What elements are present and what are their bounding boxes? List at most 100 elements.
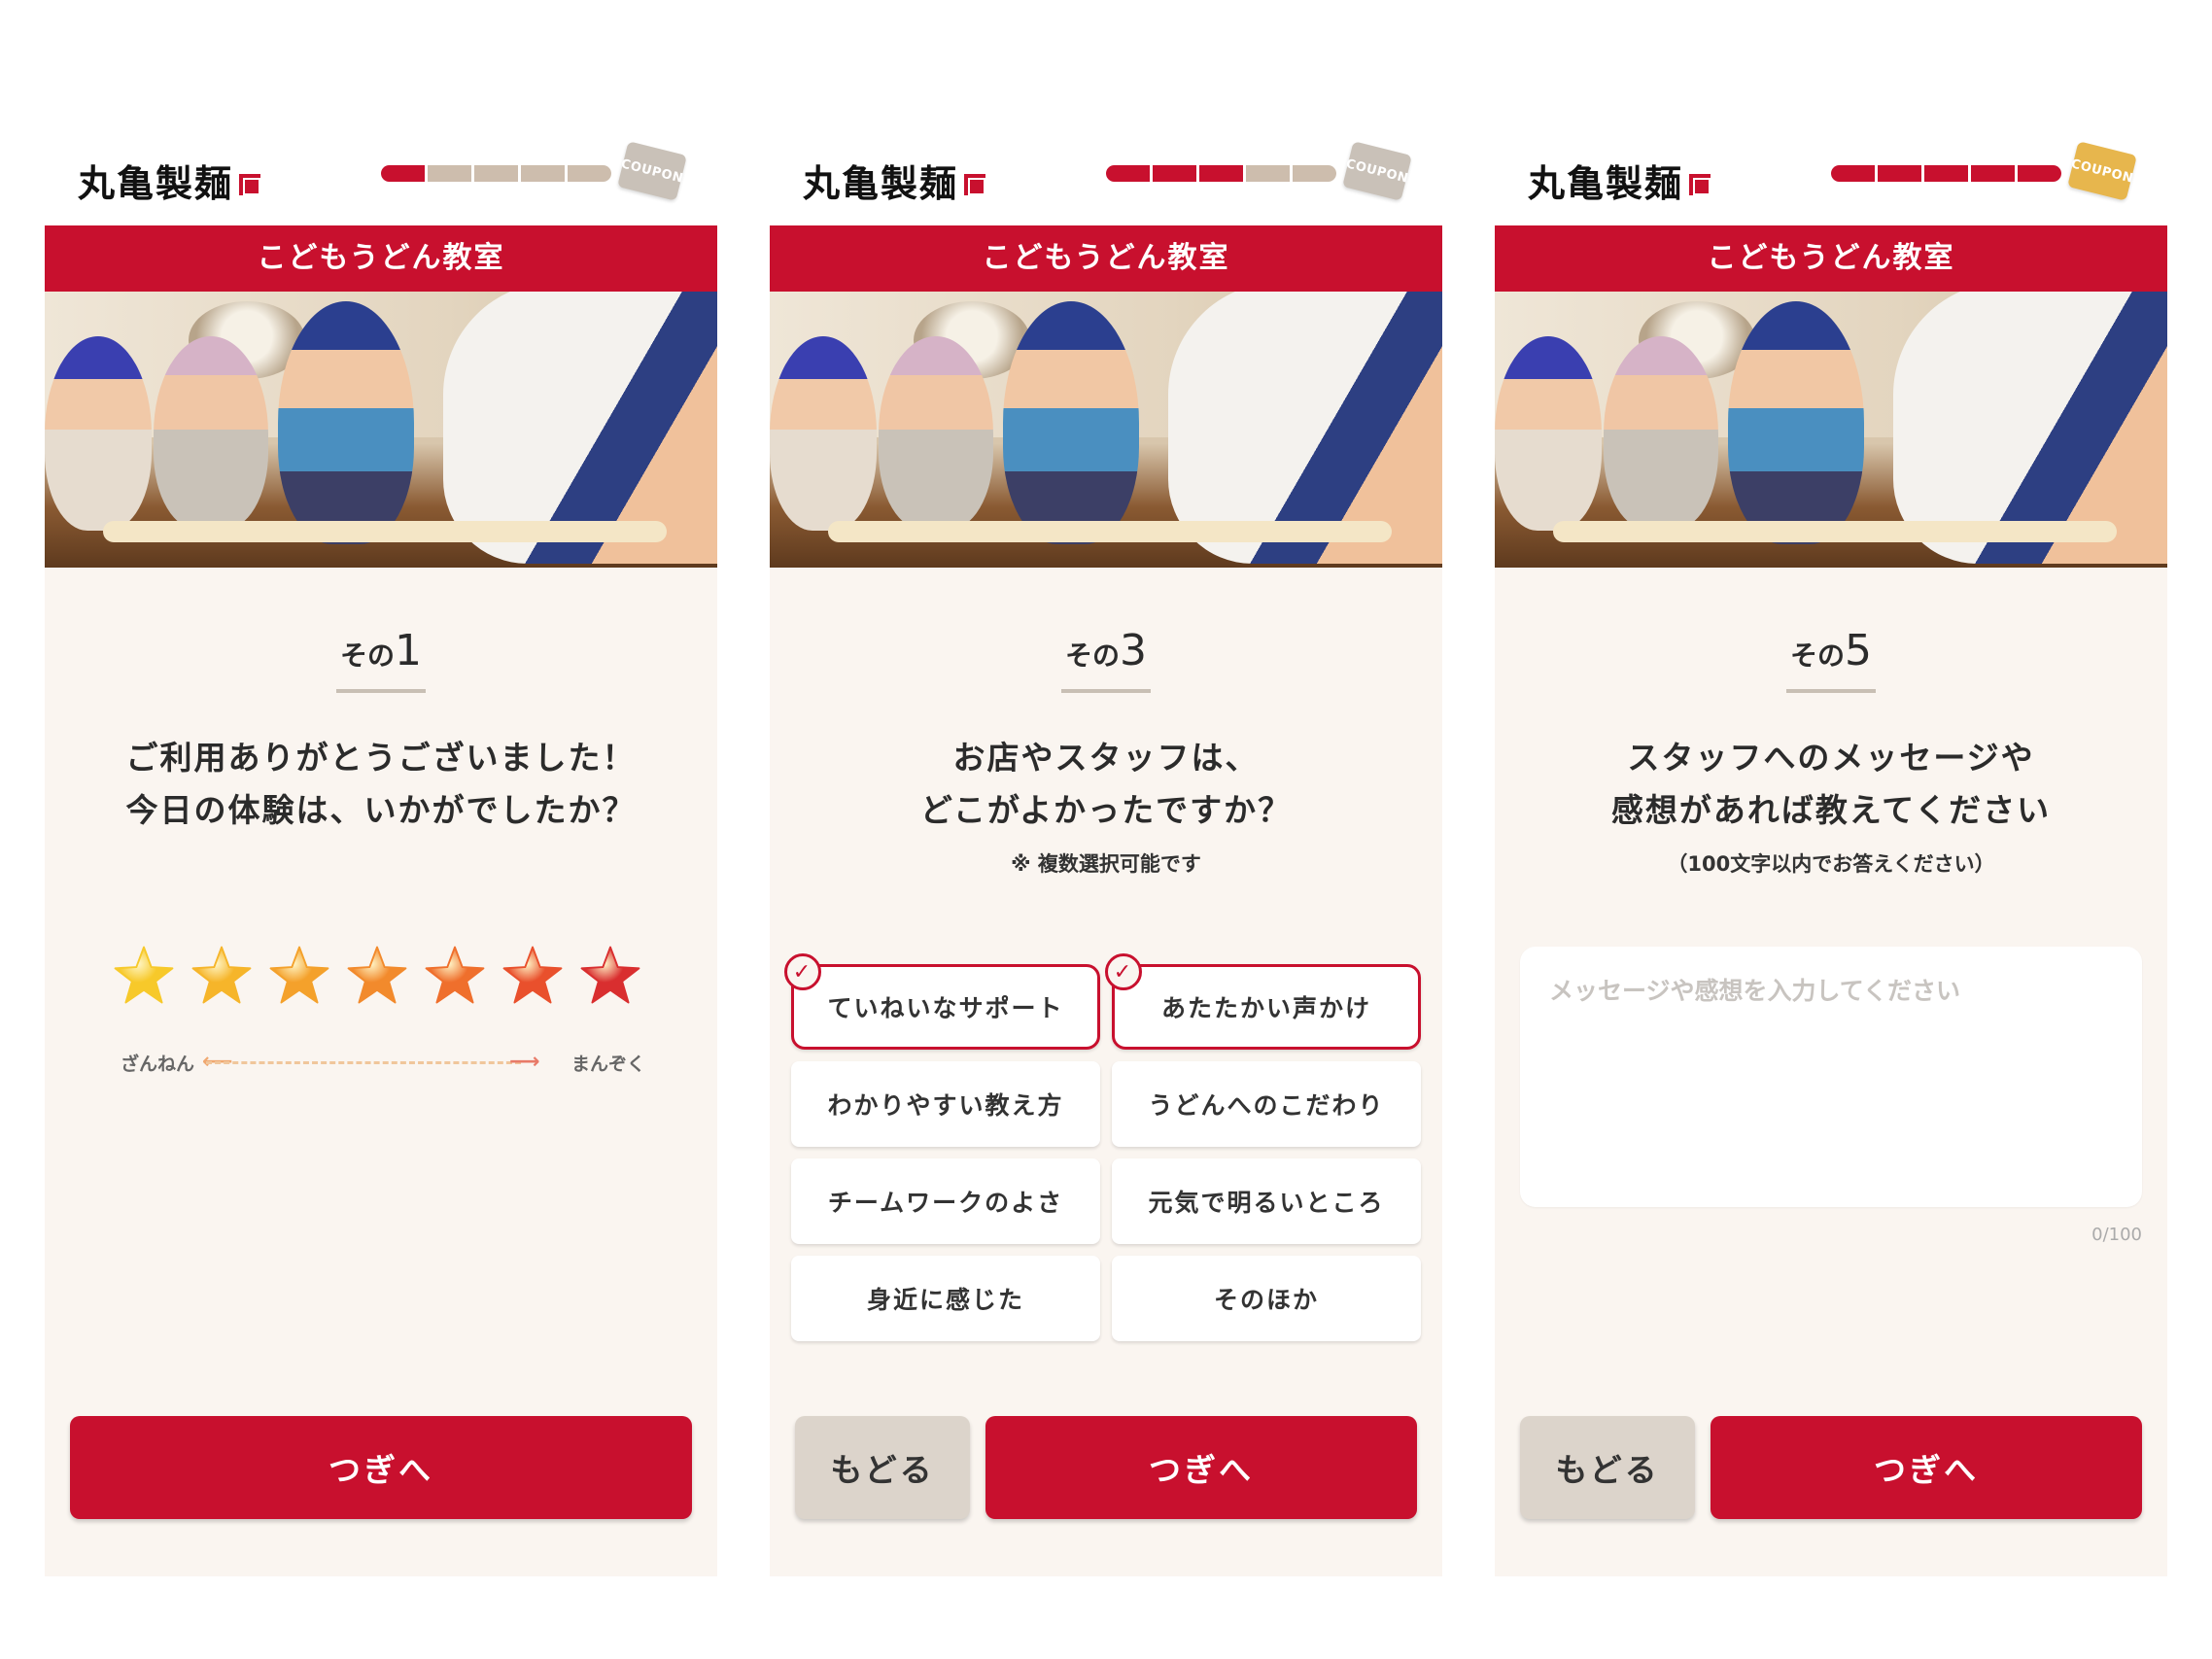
option-button[interactable]: チームワークのよさ <box>791 1158 1100 1244</box>
question-line-1: お店やスタッフは、 <box>952 739 1260 777</box>
rating-scale: ざんねん ⟵ ⟶ まんぞく <box>121 1050 645 1079</box>
step-indicator: その1 <box>45 626 717 675</box>
question-text: スタッフへのメッセージや 感想があれば教えてください <box>1495 732 2167 837</box>
step-underline <box>336 689 426 693</box>
coupon-icon: COUPON <box>2067 141 2137 201</box>
survey-screen-5: 丸亀製麺 COUPON こどもうどん教室 その5 スタッフへのメッセージや 感想… <box>1495 0 2167 1659</box>
progress-segment <box>1831 165 1875 182</box>
coupon-icon: COUPON <box>617 141 687 201</box>
step-number: 1 <box>395 626 422 675</box>
scale-high-label: まんぞく <box>570 1054 645 1075</box>
star-rating-option-icon[interactable] <box>268 945 330 1007</box>
char-limit-note: （100文字以内でお答えください） <box>1667 852 1995 876</box>
progress-segment <box>428 165 471 182</box>
progress-segment <box>1293 165 1336 182</box>
option-button[interactable]: わかりやすい教え方 <box>791 1061 1100 1147</box>
arrow-right-icon: ⟶ <box>509 1050 540 1074</box>
progress-segment <box>1199 165 1243 182</box>
progress-bar <box>1106 165 1336 182</box>
coupon-icon: COUPON <box>1342 141 1412 201</box>
brand-logo: 丸亀製麺 <box>803 154 986 207</box>
app-header: 丸亀製麺 COUPON <box>770 126 1442 216</box>
logo-mark-icon <box>239 173 261 195</box>
step-prefix: その <box>1064 639 1120 672</box>
course-banner: こどもうどん教室 <box>45 225 717 292</box>
option-button[interactable]: うどんへのこだわり <box>1112 1061 1421 1147</box>
step-number: 3 <box>1120 626 1147 675</box>
course-banner: こどもうどん教室 <box>770 225 1442 292</box>
option-label: うどんへのこだわり <box>1148 1091 1385 1120</box>
option-label: チームワークのよさ <box>827 1189 1064 1217</box>
progress-segment <box>1924 165 1968 182</box>
step-underline <box>1786 689 1876 693</box>
option-button[interactable]: 身近に感じた <box>791 1256 1100 1341</box>
progress-segment <box>2018 165 2061 182</box>
progress-segment <box>521 165 565 182</box>
next-button[interactable]: つぎへ <box>1711 1416 2142 1519</box>
course-banner: こどもうどん教室 <box>1495 225 2167 292</box>
app-header: 丸亀製麺 COUPON <box>45 126 717 216</box>
progress-segment <box>1878 165 1921 182</box>
star-rating-option-icon[interactable] <box>501 945 564 1007</box>
progress-segment <box>474 165 518 182</box>
option-label: ていねいなサポート <box>827 994 1064 1022</box>
message-input[interactable] <box>1520 947 2142 1207</box>
survey-card: こどもうどん教室 その3 お店やスタッフは、 どこがよかったですか？ ※ 複数選… <box>770 225 1442 1576</box>
question-text: ご利用ありがとうございました！ 今日の体験は、いかがでしたか？ <box>45 732 717 837</box>
class-photo <box>1495 292 2167 568</box>
progress-bar <box>1831 165 2061 182</box>
check-icon: ✓ <box>784 953 821 990</box>
star-rating-option-icon[interactable] <box>190 945 253 1007</box>
step-number: 5 <box>1845 626 1872 675</box>
back-button[interactable]: もどる <box>795 1416 970 1519</box>
question-line-1: スタッフへのメッセージや <box>1627 739 2035 777</box>
star-rating <box>113 945 657 1011</box>
question-line-1: ご利用ありがとうございました！ <box>125 739 637 777</box>
survey-card: こどもうどん教室 その1 ご利用ありがとうございました！ 今日の体験は、いかがで… <box>45 225 717 1576</box>
back-button[interactable]: もどる <box>1520 1416 1695 1519</box>
progress-segment <box>1246 165 1290 182</box>
question-line-2: 感想があれば教えてください <box>1610 791 2052 829</box>
class-photo <box>45 292 717 568</box>
app-header: 丸亀製麺 COUPON <box>1495 126 2167 216</box>
progress-segment <box>568 165 611 182</box>
progress-segment <box>381 165 425 182</box>
progress-segment <box>1153 165 1196 182</box>
multi-select-note: ※ 複数選択可能です <box>1011 852 1201 876</box>
scale-line <box>206 1061 521 1065</box>
step-prefix: その <box>1789 639 1845 672</box>
scale-low-label: ざんねん <box>121 1054 195 1075</box>
step-prefix: その <box>339 639 395 672</box>
question-line-2: 今日の体験は、いかがでしたか？ <box>125 791 637 829</box>
option-label: 元気で明るいところ <box>1148 1189 1385 1217</box>
progress-segment <box>1971 165 2015 182</box>
brand-logo: 丸亀製麺 <box>78 154 261 207</box>
star-rating-option-icon[interactable] <box>424 945 486 1007</box>
survey-screen-1: 丸亀製麺 COUPON こどもうどん教室 その1 ご利用ありがとうございました！… <box>45 0 717 1659</box>
star-rating-option-icon[interactable] <box>579 945 641 1007</box>
step-indicator: その5 <box>1495 626 2167 675</box>
option-button[interactable]: ✓ ていねいなサポート <box>784 953 1100 1050</box>
option-label: そのほか <box>1213 1286 1319 1314</box>
step-indicator: その3 <box>770 626 1442 675</box>
step-underline <box>1061 689 1151 693</box>
next-button[interactable]: つぎへ <box>985 1416 1417 1519</box>
survey-screen-3: 丸亀製麺 COUPON こどもうどん教室 その3 お店やスタッフは、 どこがよか… <box>770 0 1442 1659</box>
star-rating-option-icon[interactable] <box>346 945 408 1007</box>
logo-mark-icon <box>1689 173 1711 195</box>
question-line-2: どこがよかったですか？ <box>919 791 1293 829</box>
star-rating-option-icon[interactable] <box>113 945 175 1007</box>
option-label: わかりやすい教え方 <box>827 1091 1064 1120</box>
question-text: お店やスタッフは、 どこがよかったですか？ <box>770 732 1442 837</box>
option-grid: ✓ ていねいなサポート ✓ あたたかい声かけ わかりやすい教え方 うどんへのこだわり… <box>784 953 1421 1341</box>
brand-logo: 丸亀製麺 <box>1528 154 1711 207</box>
option-button[interactable]: 元気で明るいところ <box>1112 1158 1421 1244</box>
option-button[interactable]: そのほか <box>1112 1256 1421 1341</box>
progress-bar <box>381 165 611 182</box>
class-photo <box>770 292 1442 568</box>
progress-segment <box>1106 165 1150 182</box>
survey-card: こどもうどん教室 その5 スタッフへのメッセージや 感想があれば教えてください … <box>1495 225 2167 1576</box>
logo-mark-icon <box>964 173 986 195</box>
option-button[interactable]: ✓ あたたかい声かけ <box>1105 953 1421 1050</box>
next-button[interactable]: つぎへ <box>70 1416 692 1519</box>
